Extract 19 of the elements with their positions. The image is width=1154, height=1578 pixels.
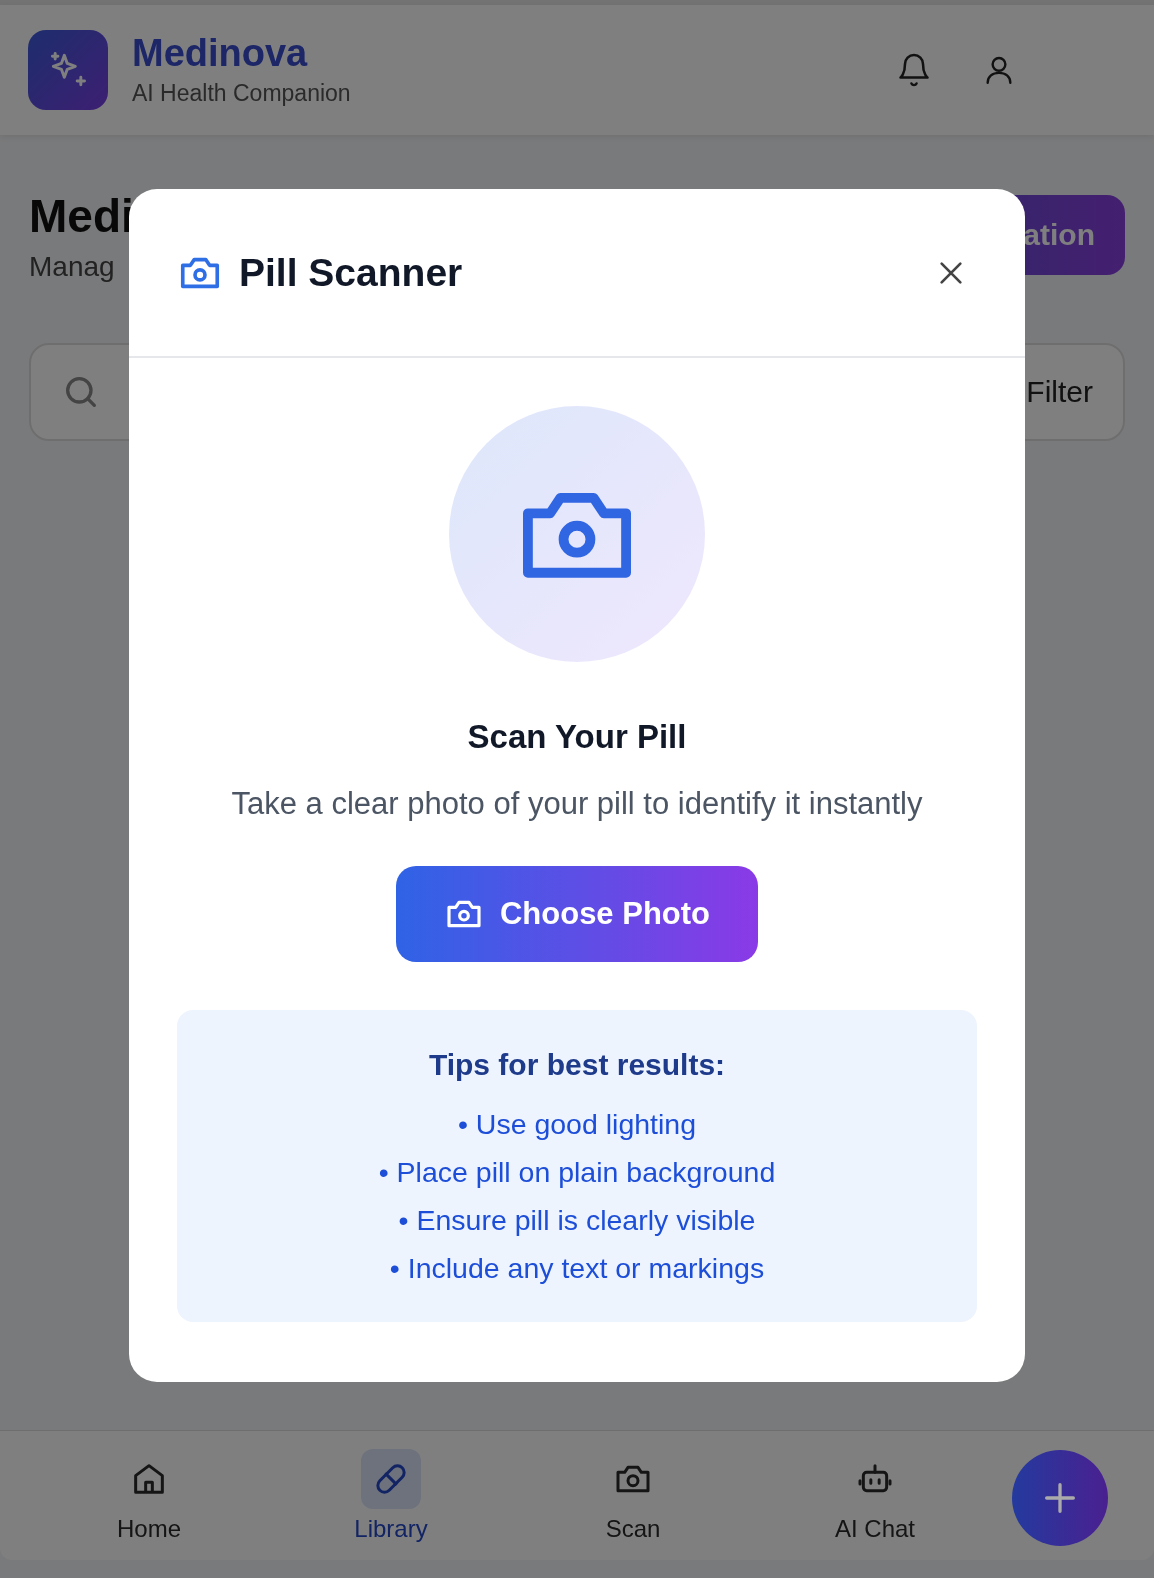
nav-tab[interactable]: Home bbox=[28, 1431, 270, 1560]
page-subtitle: Manag bbox=[29, 251, 116, 283]
nav-tab[interactable]: AI Chat bbox=[754, 1431, 996, 1560]
choose-photo-button[interactable]: Choose Photo bbox=[396, 866, 758, 962]
app-name: Medinova bbox=[132, 32, 309, 75]
scan-heading: Scan Your Pill bbox=[467, 718, 687, 756]
bell-icon[interactable] bbox=[896, 51, 932, 89]
nav-tab[interactable]: Scan bbox=[512, 1431, 754, 1560]
tips-title: Tips for best results: bbox=[428, 1048, 726, 1082]
dialog-title: Pill Scanner bbox=[239, 250, 463, 295]
tip-item: • Use good lighting bbox=[457, 1107, 697, 1142]
nav-tab[interactable]: Library bbox=[270, 1431, 512, 1560]
filter-button[interactable]: Filter bbox=[1026, 375, 1093, 409]
scan-description: Take a clear photo of your pill to identify it instantly bbox=[231, 786, 923, 822]
tip-item: • Place pill on plain background bbox=[378, 1155, 776, 1190]
app-tagline: AI Health Companion bbox=[132, 80, 351, 108]
sparkle-logo-icon bbox=[28, 30, 108, 110]
tip-item: • Ensure pill is clearly visible bbox=[398, 1203, 756, 1238]
tip-item: • Include any text or markings bbox=[389, 1251, 765, 1286]
